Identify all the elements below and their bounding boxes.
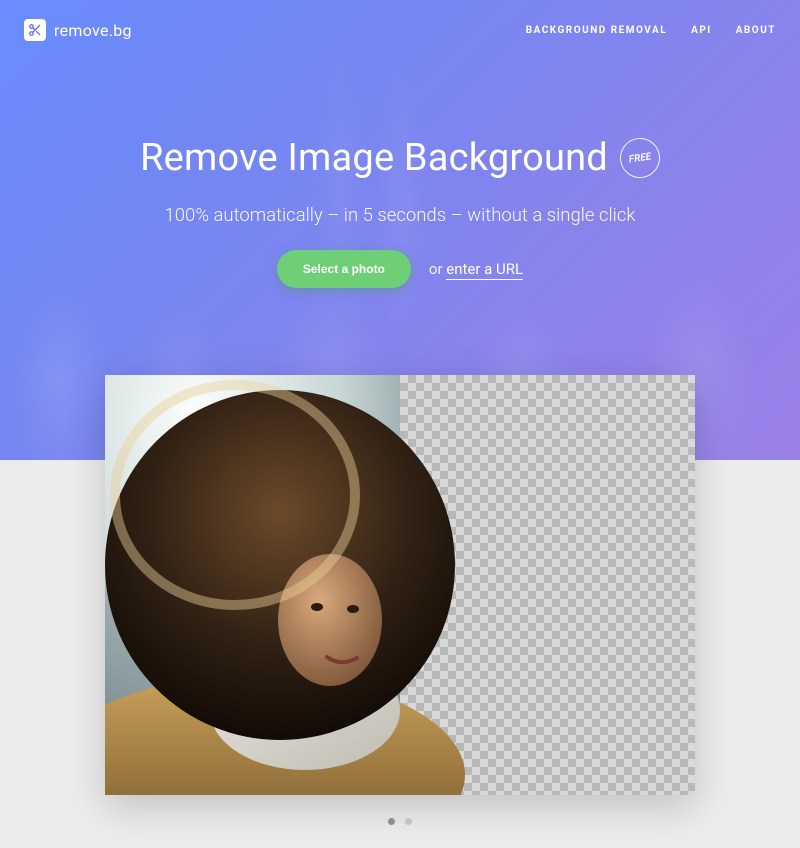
- primary-nav: BACKGROUND REMOVAL API ABOUT: [526, 25, 776, 36]
- scissors-icon: [24, 19, 46, 41]
- site-header: remove.bg BACKGROUND REMOVAL API ABOUT: [0, 0, 800, 60]
- free-badge: FREE: [617, 135, 662, 180]
- example-original: [105, 375, 400, 795]
- enter-url-link[interactable]: enter a URL: [446, 260, 523, 280]
- brand-name: remove.bg: [54, 21, 132, 40]
- cta-or-text: or enter a URL: [429, 260, 523, 278]
- page-subtitle: 100% automatically – in 5 seconds – with…: [0, 204, 800, 226]
- carousel-dots: [0, 818, 800, 825]
- page-title: Remove Image Background: [140, 136, 608, 180]
- carousel-dot-1[interactable]: [388, 818, 395, 825]
- nav-link-api[interactable]: API: [691, 25, 712, 36]
- carousel-dot-2[interactable]: [405, 818, 412, 825]
- example-removed: [400, 375, 695, 795]
- nav-link-background-removal[interactable]: BACKGROUND REMOVAL: [526, 25, 667, 36]
- brand-logo[interactable]: remove.bg: [24, 19, 132, 41]
- select-photo-button[interactable]: Select a photo: [277, 250, 411, 288]
- nav-link-about[interactable]: ABOUT: [736, 25, 776, 36]
- example-card: [105, 375, 695, 795]
- hero-copy: Remove Image Background FREE 100% automa…: [0, 136, 800, 288]
